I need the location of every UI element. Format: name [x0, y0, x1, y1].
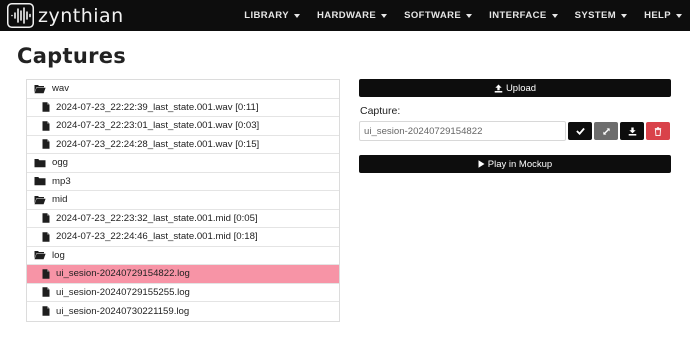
file-icon [42, 287, 50, 297]
file-icon [42, 121, 50, 131]
confirm-button[interactable] [568, 122, 592, 140]
tree-row-label: ui_sesion-20240729154822.log [56, 268, 190, 280]
file-icon [42, 139, 50, 149]
tree-file-row[interactable]: ui_sesion-20240729155255.log [27, 284, 339, 302]
top-navbar: zynthian LIBRARY HARDWARE SOFTWARE INTER… [0, 0, 690, 31]
play-in-mockup-button[interactable]: Play in Mockup [359, 155, 671, 173]
tree-file-row[interactable]: 2024-07-23_22:23:01_last_state.001.wav [… [27, 117, 339, 136]
tree-file-row[interactable]: 2024-07-23_22:22:39_last_state.001.wav [… [27, 99, 339, 117]
tree-file-row[interactable]: 2024-07-23_22:24:28_last_state.001.wav [… [27, 136, 339, 154]
trash-icon [654, 126, 662, 136]
tree-folder-row[interactable]: log [27, 247, 339, 265]
tree-file-row[interactable]: 2024-07-23_22:24:46_last_state.001.mid [… [27, 228, 339, 247]
nav-library[interactable]: LIBRARY [244, 10, 300, 21]
tree-row-label: mid [52, 194, 68, 206]
play-icon [478, 160, 485, 168]
download-icon [628, 126, 636, 136]
tree-row-label: 2024-07-23_22:24:46_last_state.001.mid [… [56, 231, 258, 243]
tree-folder-row[interactable]: ogg [27, 154, 339, 173]
tree-row-label: ogg [52, 157, 69, 169]
nav-interface-label: INTERFACE [489, 10, 547, 21]
check-icon [575, 127, 585, 135]
brand-name: zynthian [38, 4, 124, 27]
tree-folder-row[interactable]: wav [27, 80, 339, 99]
nav-software[interactable]: SOFTWARE [404, 10, 473, 21]
nav-system-label: SYSTEM [574, 10, 617, 21]
brand-logo[interactable]: zynthian [7, 3, 124, 28]
tree-row-label: 2024-07-23_22:22:39_last_state.001.wav [… [56, 101, 259, 113]
file-icon [42, 232, 50, 242]
tree-folder-row[interactable]: mid [27, 191, 339, 210]
play-in-mockup-label: Play in Mockup [487, 158, 553, 170]
caret-down-icon [466, 13, 473, 18]
tree-row-label: ui_sesion-20240729155255.log [56, 286, 190, 298]
folder-open-icon [34, 250, 46, 260]
upload-button-label: Upload [505, 82, 537, 94]
folder-open-icon [34, 195, 46, 205]
tree-folder-row[interactable]: mp3 [27, 173, 339, 191]
main-nav: LIBRARY HARDWARE SOFTWARE INTERFACE SYST… [227, 0, 682, 31]
waveform-logo-icon [7, 3, 34, 28]
tree-file-row[interactable]: 2024-07-23_22:23:32_last_state.001.mid [… [27, 210, 339, 228]
captures-file-tree: wav 2024-07-23_22:22:39_last_state.001.wa… [26, 79, 340, 322]
file-icon [42, 269, 50, 279]
nav-hardware[interactable]: HARDWARE [316, 10, 388, 21]
tree-row-label: log [52, 249, 65, 261]
tree-row-label: 2024-07-23_22:24:28_last_state.001.wav [… [56, 138, 260, 150]
caret-down-icon [381, 13, 388, 18]
upload-icon [494, 83, 503, 93]
nav-help[interactable]: HELP [644, 10, 682, 21]
tree-row-label: ui_sesion-20240730221159.log [56, 305, 190, 317]
folder-open-icon [34, 84, 46, 94]
expand-button[interactable] [594, 122, 618, 140]
nav-software-label: SOFTWARE [404, 10, 462, 21]
upload-button[interactable]: Upload [359, 79, 671, 97]
caret-down-icon [551, 13, 558, 18]
nav-library-label: LIBRARY [244, 10, 289, 21]
folder-icon [34, 158, 46, 168]
capture-field-label: Capture: [360, 105, 401, 117]
tree-file-row[interactable]: ui_sesion-20240729154822.log [27, 265, 339, 284]
capture-name-input[interactable] [359, 121, 566, 141]
nav-system[interactable]: SYSTEM [574, 10, 628, 21]
nav-hardware-label: HARDWARE [316, 10, 377, 21]
file-icon [42, 306, 50, 316]
tree-file-row[interactable]: ui_sesion-20240730221159.log [27, 302, 339, 321]
caret-down-icon [293, 13, 300, 18]
caret-down-icon [621, 13, 628, 18]
tree-row-label: 2024-07-23_22:23:32_last_state.001.mid [… [56, 212, 258, 224]
nav-interface[interactable]: INTERFACE [489, 10, 558, 21]
tree-row-label: wav [52, 83, 70, 95]
expand-icon [602, 127, 610, 135]
nav-help-label: HELP [644, 10, 671, 21]
caret-down-icon [676, 13, 682, 18]
file-icon [42, 213, 50, 223]
download-button[interactable] [620, 122, 644, 140]
tree-row-label: mp3 [52, 175, 71, 187]
delete-button[interactable] [646, 122, 670, 140]
tree-row-label: 2024-07-23_22:23:01_last_state.001.wav [… [56, 120, 260, 132]
folder-icon [34, 176, 46, 186]
page-title: Captures [17, 44, 127, 68]
file-icon [42, 102, 50, 112]
